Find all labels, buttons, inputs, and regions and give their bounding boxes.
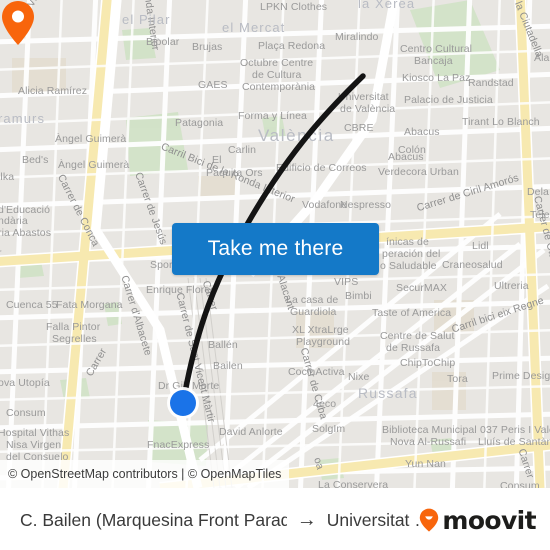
origin-label: C. Bailen (Marquesina Front Parada … <box>20 509 287 530</box>
take-me-there-button[interactable]: Take me there <box>172 223 379 275</box>
map-pin-icon[interactable] <box>0 0 36 46</box>
route-summary-bar: C. Bailen (Marquesina Front Parada … → U… <box>0 488 550 550</box>
moovit-route-preview: Grans Viesde la Ronda Interiorel PilarLP… <box>0 0 550 550</box>
origin-dot-icon[interactable] <box>170 390 196 416</box>
destination-label: Universitat … <box>326 509 420 530</box>
route-endpoints: C. Bailen (Marquesina Front Parada … → U… <box>0 510 419 531</box>
map-attribution[interactable]: © OpenStreetMap contributors | © OpenMap… <box>0 460 290 488</box>
map-pin-smile-icon <box>420 508 439 532</box>
brand-wordmark: moovit <box>442 505 536 535</box>
arrow-right-icon: → <box>296 509 317 531</box>
moovit-logo[interactable]: moovit <box>419 506 550 535</box>
map-canvas[interactable]: Grans Viesde la Ronda Interiorel PilarLP… <box>0 0 550 488</box>
